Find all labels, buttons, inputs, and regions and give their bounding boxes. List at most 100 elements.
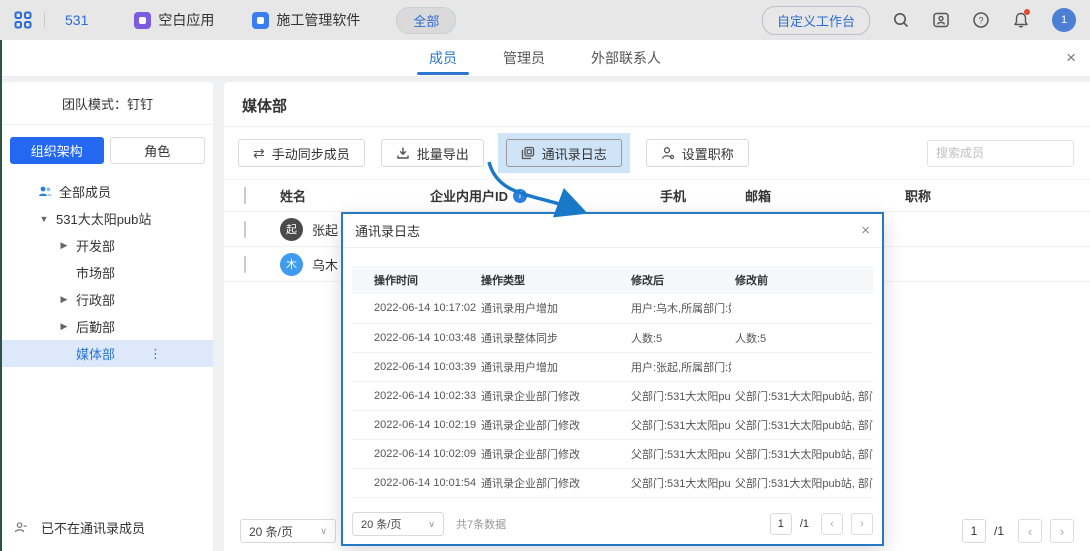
app-tab-construction-app[interactable]: 施工管理软件 — [252, 10, 360, 30]
log-time: 2022-06-14 10:17:02 — [352, 294, 477, 323]
page-size-value: 20 条/页 — [361, 516, 401, 532]
log-after: 父部门:531大太阳pub站, 部门:... — [627, 381, 731, 410]
chevron-right-icon[interactable]: ▶ — [58, 321, 70, 332]
pager: 1 /1 ‹ › — [962, 519, 1074, 543]
contacts-card-icon[interactable] — [932, 11, 950, 29]
log-row: 2022-06-14 10:17:02 通讯录用户增加 用户:乌木,所属部门:媒… — [352, 294, 873, 323]
tree-item-label: 市场部 — [76, 263, 115, 282]
member-name: 乌木 — [312, 255, 338, 274]
log-time: 2022-06-14 10:02:19 — [352, 410, 477, 439]
tree-item-logistics-dept[interactable]: ▶ 后勤部 — [2, 313, 213, 340]
col-name: 姓名 — [280, 186, 306, 205]
batch-export-button[interactable]: 批量导出 — [381, 139, 484, 167]
tree-item-dev-dept[interactable]: ▶ 开发部 — [2, 232, 213, 259]
prev-page-button[interactable]: ‹ — [1018, 519, 1042, 543]
next-page-button[interactable]: › — [1050, 519, 1074, 543]
page-size-select[interactable]: 20 条/页 ∨ — [240, 519, 336, 543]
set-job-title-label: 设置职称 — [682, 144, 734, 163]
modal-header: 通讯录日志 × — [343, 214, 882, 248]
tab-members[interactable]: 成员 — [429, 40, 457, 77]
apps-grid-icon[interactable] — [14, 11, 32, 29]
tree-item-label: 媒体部 — [76, 344, 115, 363]
chevron-right-icon[interactable]: ▶ — [58, 240, 70, 251]
download-icon — [396, 146, 410, 160]
tree-item-label: 531大太阳pub站 — [56, 209, 151, 228]
close-icon[interactable]: × — [1066, 48, 1076, 68]
contact-log-button[interactable]: 通讯录日志 — [506, 139, 622, 167]
page-size-value: 20 条/页 — [249, 523, 293, 540]
log-type: 通讯录企业部门修改 — [477, 381, 627, 410]
chevron-right-icon[interactable]: ▶ — [58, 294, 70, 305]
app-tab-blank-app[interactable]: 空白应用 — [134, 10, 214, 30]
help-icon[interactable]: ? — [972, 11, 990, 29]
set-job-title-button[interactable]: 设置职称 — [646, 139, 749, 167]
roles-button[interactable]: 角色 — [110, 137, 206, 164]
person-gear-icon — [661, 146, 675, 160]
team-mode-label: 团队模式：钉钉 — [2, 82, 213, 125]
topbar-right: 自定义工作台 ? 1 — [762, 6, 1076, 35]
avatar: 起 — [280, 218, 303, 241]
select-all-checkbox[interactable] — [244, 187, 246, 204]
member-search[interactable] — [927, 140, 1074, 167]
close-icon[interactable]: × — [861, 222, 870, 239]
current-page-box[interactable]: 1 — [770, 513, 792, 535]
tree-item-media-dept[interactable]: 媒体部 ⋮ — [2, 340, 213, 367]
log-time: 2022-06-14 10:03:48 — [352, 323, 477, 352]
sync-icon: ⇄ — [253, 145, 265, 162]
help-icon[interactable]: ? — [513, 189, 527, 203]
app-window: 531 空白应用 施工管理软件 全部 自定义工作台 — [0, 0, 1090, 551]
log-after: 人数:5 — [627, 323, 731, 352]
tree-item-market-dept[interactable]: 市场部 — [2, 259, 213, 286]
tree-item-all-members[interactable]: 全部成员 — [2, 178, 213, 205]
log-before: 父部门:531大太阳pub站, 部门:AA — [731, 381, 873, 410]
removed-members-label: 已不在通讯录成员 — [41, 518, 145, 537]
tab-external-contacts[interactable]: 外部联系人 — [591, 40, 661, 77]
col-after-change: 修改后 — [627, 266, 731, 294]
row-checkbox[interactable] — [244, 221, 246, 238]
workspace-name[interactable]: 531 — [65, 12, 88, 28]
current-page-box[interactable]: 1 — [962, 519, 986, 543]
log-before: 父部门:531大太阳pub站, 部门:... — [731, 439, 873, 468]
page-size-select[interactable]: 20 条/页 ∨ — [352, 512, 444, 536]
log-after: 父部门:531大太阳pub站, 部门:... — [627, 468, 731, 497]
total-pages: /1 — [994, 524, 1004, 538]
chevron-down-icon[interactable]: ▼ — [38, 214, 50, 224]
log-type: 通讯录企业部门修改 — [477, 439, 627, 468]
next-page-button[interactable]: › — [851, 513, 873, 535]
log-before: 父部门:531大太阳pub站, 部门:... — [731, 410, 873, 439]
log-before: 父部门:531大太阳pub站, 部门:1 — [731, 468, 873, 497]
log-after: 父部门:531大太阳pub站, 部门:... — [627, 410, 731, 439]
chevron-down-icon: ∨ — [428, 519, 435, 530]
log-row: 2022-06-14 10:01:54 通讯录企业部门修改 父部门:531大太阳… — [352, 468, 873, 497]
app-tab-label: 空白应用 — [158, 10, 214, 30]
members-table-header: 姓名 企业内用户ID ? 手机 邮箱 职称 — [224, 179, 1090, 212]
log-time: 2022-06-14 10:02:09 — [352, 439, 477, 468]
sidebar: 团队模式：钉钉 组织架构 角色 全部成员 ▼ 531大太阳pub站 ▶ — [2, 82, 213, 551]
manual-sync-label: 手动同步成员 — [272, 144, 350, 163]
member-toolbar: ⇄ 手动同步成员 批量导出 通讯录日志 — [224, 127, 1090, 179]
log-type: 通讯录整体同步 — [477, 323, 627, 352]
search-icon[interactable] — [892, 11, 910, 29]
search-input[interactable] — [936, 146, 1090, 160]
user-avatar[interactable]: 1 — [1052, 8, 1076, 32]
modal-pagination-bar: 20 条/页 ∨ 共7条数据 1 /1 ‹ › — [352, 512, 873, 536]
log-table-header: 操作时间 操作类型 修改后 修改前 — [352, 266, 873, 294]
log-after: 用户:乌木,所属部门:媒体部 — [627, 294, 731, 323]
removed-members-link[interactable]: 已不在通讯录成员 — [14, 518, 145, 537]
page-title: 媒体部 — [224, 82, 1090, 126]
tree-item-admin-dept[interactable]: ▶ 行政部 — [2, 286, 213, 313]
notification-bell-icon[interactable] — [1012, 11, 1030, 29]
log-type: 通讯录企业部门修改 — [477, 410, 627, 439]
more-options-icon[interactable]: ⋮ — [149, 346, 162, 362]
manual-sync-button[interactable]: ⇄ 手动同步成员 — [238, 139, 365, 167]
all-apps-pill[interactable]: 全部 — [396, 7, 456, 34]
log-row: 2022-06-14 10:02:09 通讯录企业部门修改 父部门:531大太阳… — [352, 439, 873, 468]
customize-workbench-button[interactable]: 自定义工作台 — [762, 6, 870, 35]
tree-item-531-pub-site[interactable]: ▼ 531大太阳pub站 — [2, 205, 213, 232]
avatar: 木 — [280, 253, 303, 276]
people-icon — [38, 185, 52, 198]
org-structure-button[interactable]: 组织架构 — [10, 137, 104, 164]
tab-admins[interactable]: 管理员 — [503, 40, 545, 77]
prev-page-button[interactable]: ‹ — [821, 513, 843, 535]
row-checkbox[interactable] — [244, 256, 246, 273]
